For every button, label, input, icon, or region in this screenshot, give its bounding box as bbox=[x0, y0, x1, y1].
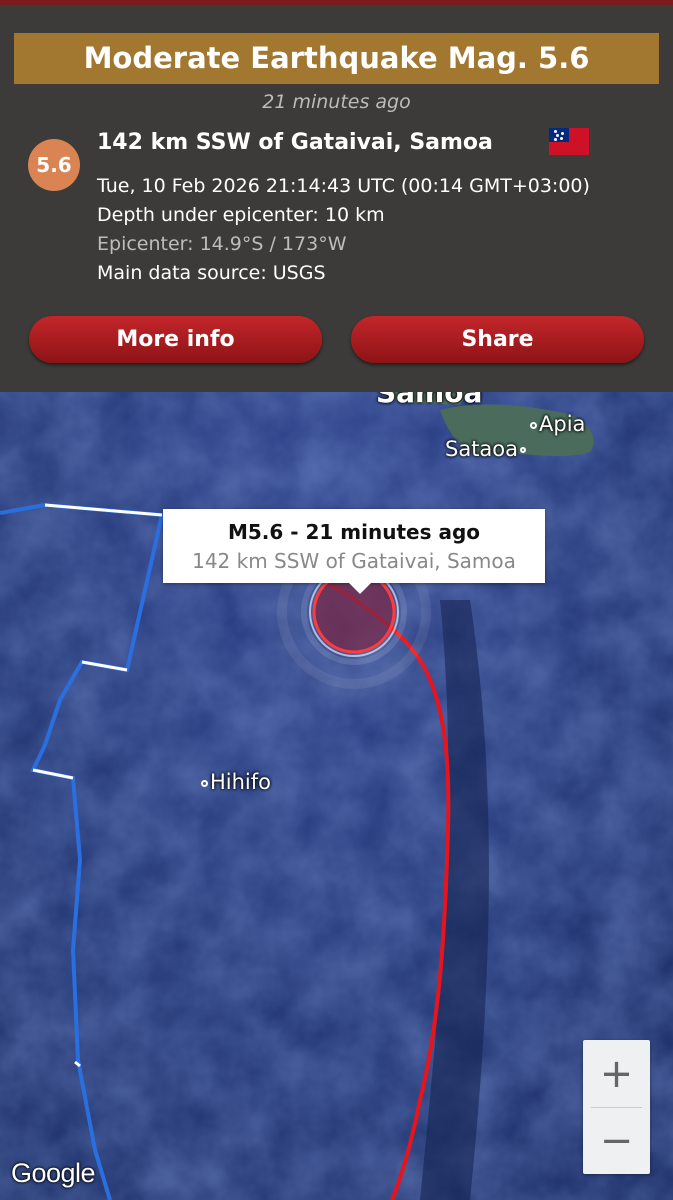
event-data-source: Main data source: USGS bbox=[97, 262, 326, 284]
magnitude-badge: 5.6 bbox=[28, 139, 80, 191]
map-label-apia: Apia bbox=[530, 412, 585, 436]
map-label-hihifo: Hihifo bbox=[201, 770, 271, 794]
popup-subtitle: 142 km SSW of Gataivai, Samoa bbox=[192, 549, 516, 573]
city-dot-icon bbox=[520, 447, 527, 453]
top-accent-bar bbox=[0, 0, 673, 5]
zoom-out-button[interactable]: − bbox=[583, 1108, 650, 1174]
zoom-in-button[interactable]: + bbox=[583, 1040, 650, 1107]
city-dot-icon bbox=[530, 421, 537, 429]
map-label-sataoa: Sataoa bbox=[445, 437, 528, 461]
event-location: 142 km SSW of Gataivai, Samoa bbox=[97, 130, 493, 155]
event-epicenter: Epicenter: 14.9°S / 173°W bbox=[97, 233, 347, 255]
event-depth: Depth under epicenter: 10 km bbox=[97, 204, 385, 226]
earthquake-info-panel: Moderate Earthquake Mag. 5.6 21 minutes … bbox=[0, 0, 673, 392]
popup-title: M5.6 - 21 minutes ago bbox=[227, 520, 481, 544]
earthquake-title-banner: Moderate Earthquake Mag. 5.6 bbox=[14, 33, 659, 84]
city-dot-icon bbox=[201, 779, 208, 787]
zoom-control: + − bbox=[583, 1040, 650, 1174]
google-logo[interactable]: Google bbox=[11, 1158, 96, 1189]
time-ago: 21 minutes ago bbox=[262, 91, 411, 113]
event-datetime: Tue, 10 Feb 2026 21:14:43 UTC (00:14 GMT… bbox=[97, 175, 590, 197]
epicenter-popup[interactable]: M5.6 - 21 minutes ago 142 km SSW of Gata… bbox=[163, 509, 545, 594]
share-button[interactable]: Share bbox=[351, 316, 644, 363]
more-info-button[interactable]: More info bbox=[29, 316, 322, 363]
samoa-flag-icon bbox=[549, 128, 589, 155]
